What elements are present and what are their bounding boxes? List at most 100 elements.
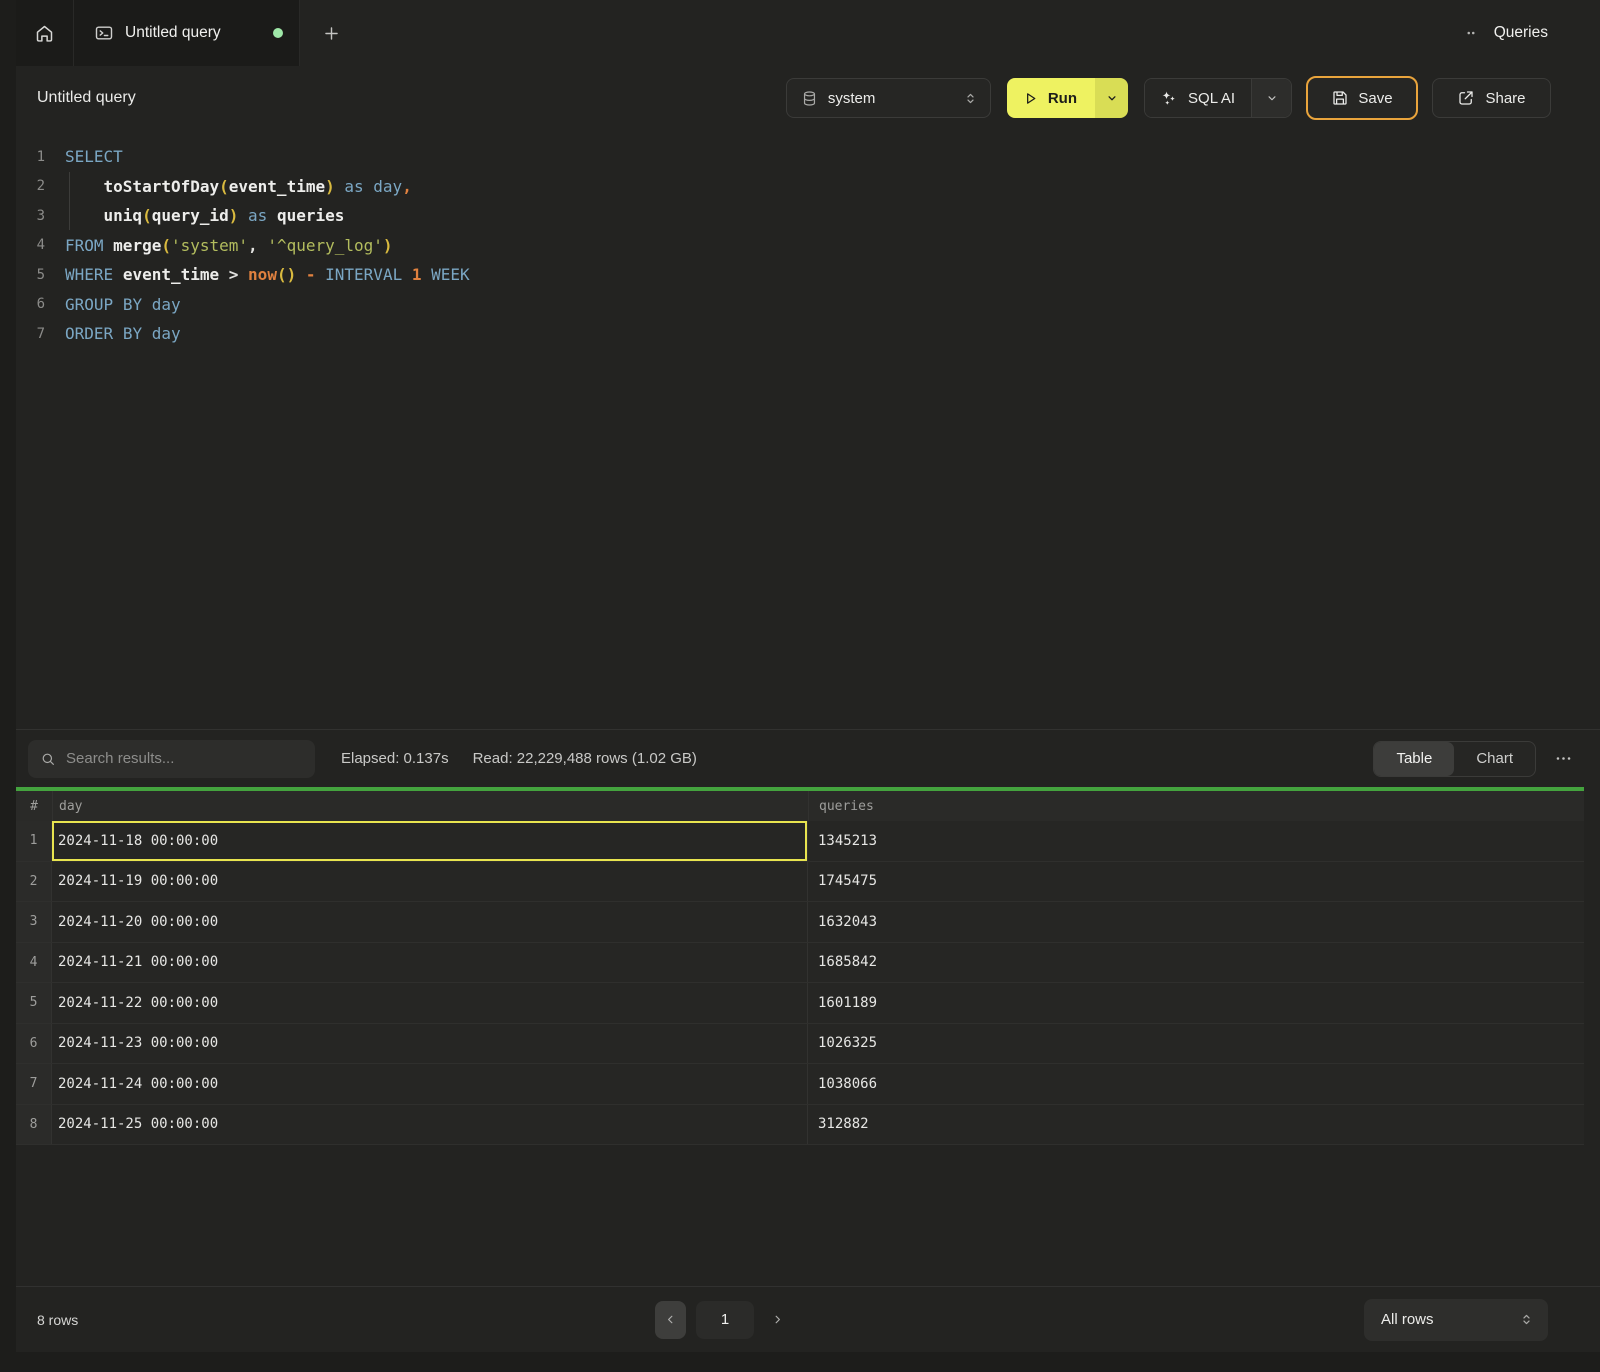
database-selected-value: system [828, 90, 953, 107]
table-header-row: #dayqueries [16, 791, 1584, 821]
cell-queries[interactable]: 1685842 [808, 943, 1584, 983]
row-number-cell: 7 [16, 1064, 52, 1104]
plus-icon [322, 24, 341, 43]
play-icon [1022, 90, 1039, 107]
search-input[interactable]: Search results... [28, 740, 315, 778]
column-header-n[interactable]: # [16, 791, 52, 821]
cell-day[interactable]: 2024-11-23 00:00:00 [52, 1024, 808, 1064]
column-header-day[interactable]: day [52, 791, 808, 821]
run-button[interactable]: Run [1007, 78, 1095, 118]
code-text: SELECT [45, 147, 123, 166]
table-row: 62024-11-23 00:00:001026325 [16, 1024, 1584, 1065]
main-area: Untitled query Queries [16, 0, 1600, 1372]
run-button-group: Run [1007, 78, 1128, 118]
sql-ai-label: SQL AI [1188, 90, 1235, 107]
view-table-tab[interactable]: Table [1374, 742, 1454, 776]
sql-editor[interactable]: 1SELECT2 toStartOfDay(event_time) as day… [16, 130, 1600, 729]
cell-queries[interactable]: 1632043 [808, 902, 1584, 942]
tab-label: Untitled query [125, 24, 262, 42]
cell-day[interactable]: 2024-11-22 00:00:00 [52, 983, 808, 1023]
table-row: 22024-11-19 00:00:001745475 [16, 862, 1584, 903]
row-number-cell: 1 [16, 821, 52, 861]
sparkles-icon [1159, 89, 1178, 108]
chevron-down-icon [1105, 91, 1119, 105]
table-row: 42024-11-21 00:00:001685842 [16, 943, 1584, 984]
page-title: Untitled query [37, 89, 136, 107]
database-select[interactable]: system [786, 78, 991, 118]
pagination: 1 [655, 1301, 792, 1339]
sql-ai-button[interactable]: SQL AI [1145, 79, 1251, 117]
share-button[interactable]: Share [1432, 78, 1551, 118]
code-line[interactable]: 3 uniq(query_id) as queries [16, 201, 1600, 231]
cell-queries[interactable]: 1345213 [808, 821, 1584, 861]
tab-untitled-query[interactable]: Untitled query [74, 0, 300, 66]
page-size-select[interactable]: All rows [1364, 1299, 1548, 1341]
table-body: 12024-11-18 00:00:00134521322024-11-19 0… [16, 821, 1584, 1145]
code-line[interactable]: 4FROM merge('system', '^query_log') [16, 231, 1600, 261]
view-chart-tab[interactable]: Chart [1454, 742, 1535, 776]
row-number-cell: 5 [16, 983, 52, 1023]
cell-day[interactable]: 2024-11-18 00:00:00 [52, 821, 808, 861]
results-table: #dayqueries 12024-11-18 00:00:0013452132… [16, 791, 1584, 1145]
results-toolbar: Search results... Elapsed: 0.137s Read: … [16, 729, 1600, 787]
cell-day[interactable]: 2024-11-20 00:00:00 [52, 902, 808, 942]
next-page-button[interactable] [762, 1301, 792, 1339]
cell-queries[interactable]: 1026325 [808, 1024, 1584, 1064]
save-label: Save [1358, 90, 1392, 107]
read-stat: Read: 22,229,488 rows (1.02 GB) [473, 750, 697, 767]
cell-day[interactable]: 2024-11-25 00:00:00 [52, 1105, 808, 1145]
overflow-dots-icon[interactable] [1462, 24, 1480, 42]
sql-ai-button-group: SQL AI [1144, 78, 1292, 118]
code-line[interactable]: 7ORDER BY day [16, 319, 1600, 349]
home-tab[interactable] [16, 0, 74, 66]
cell-queries[interactable]: 1745475 [808, 862, 1584, 902]
results-menu-icon[interactable] [1554, 749, 1573, 768]
table-row: 72024-11-24 00:00:001038066 [16, 1064, 1584, 1105]
indent-guide [69, 172, 70, 230]
code-text: GROUP BY day [45, 295, 181, 314]
chevron-down-icon [1265, 91, 1279, 105]
sql-console-window: Untitled query Queries [0, 0, 1600, 1372]
code-line[interactable]: 2 toStartOfDay(event_time) as day, [16, 172, 1600, 202]
table-row: 82024-11-25 00:00:00312882 [16, 1105, 1584, 1146]
code-text: FROM merge('system', '^query_log') [45, 236, 393, 255]
code-lines: 1SELECT2 toStartOfDay(event_time) as day… [16, 142, 1600, 349]
cell-day[interactable]: 2024-11-19 00:00:00 [52, 862, 808, 902]
database-icon [801, 90, 818, 107]
header-controls: system Run [786, 76, 1551, 120]
table-row: 32024-11-20 00:00:001632043 [16, 902, 1584, 943]
column-header-queries[interactable]: queries [808, 791, 1584, 821]
code-line[interactable]: 5WHERE event_time > now() - INTERVAL 1 W… [16, 260, 1600, 290]
cell-queries[interactable]: 312882 [808, 1105, 1584, 1145]
table-row: 12024-11-18 00:00:001345213 [16, 821, 1584, 862]
page-size-value: All rows [1381, 1311, 1519, 1328]
code-line[interactable]: 1SELECT [16, 142, 1600, 172]
page-number-button[interactable]: 1 [696, 1301, 754, 1339]
save-floppy-icon [1331, 89, 1349, 107]
share-label: Share [1485, 90, 1525, 107]
tabbar-right: Queries [1462, 0, 1600, 66]
run-options-button[interactable] [1095, 78, 1128, 118]
unsaved-indicator-dot [273, 28, 283, 38]
search-placeholder: Search results... [66, 750, 174, 767]
code-line[interactable]: 6GROUP BY day [16, 290, 1600, 320]
chevron-left-icon [664, 1313, 677, 1326]
line-number: 3 [16, 208, 45, 224]
new-tab-button[interactable] [300, 0, 362, 66]
cell-queries[interactable]: 1038066 [808, 1064, 1584, 1104]
line-number: 7 [16, 326, 45, 342]
line-number: 1 [16, 149, 45, 165]
home-icon [34, 23, 55, 44]
sql-ai-options-button[interactable] [1251, 79, 1291, 117]
terminal-icon [94, 23, 114, 43]
tab-bar: Untitled query Queries [16, 0, 1600, 66]
queries-link[interactable]: Queries [1494, 24, 1548, 42]
cell-day[interactable]: 2024-11-24 00:00:00 [52, 1064, 808, 1104]
code-text: uniq(query_id) as queries [45, 206, 344, 225]
cell-day[interactable]: 2024-11-21 00:00:00 [52, 943, 808, 983]
prev-page-button[interactable] [655, 1301, 686, 1339]
save-button[interactable]: Save [1306, 76, 1418, 120]
share-icon [1457, 89, 1475, 107]
line-number: 5 [16, 267, 45, 283]
cell-queries[interactable]: 1601189 [808, 983, 1584, 1023]
